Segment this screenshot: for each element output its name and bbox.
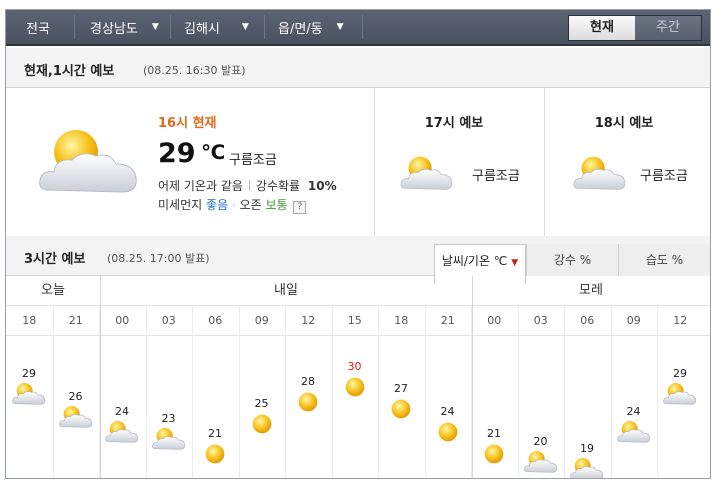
- three-hour-section-header: 3시간 예보 (08.25. 17:00 발표) 날씨/기온 ℃ ▼ 강수 % 습…: [6, 236, 710, 284]
- hour-label: 06: [580, 314, 595, 327]
- nav-city-label: 김해시: [184, 21, 220, 37]
- dust-value: 좋음: [206, 198, 229, 212]
- temperature-value: 25: [254, 397, 269, 411]
- partly-cloudy-icon: [12, 383, 46, 406]
- day-after-tomorrow: 모레: [579, 283, 603, 298]
- forecast-18-condition: 구름조금: [640, 169, 688, 184]
- hour-label: 09: [626, 314, 641, 327]
- partly-cloudy-icon: [105, 420, 139, 443]
- location-nav-bar: 전국 경상남도 ▼ 김해시 ▼ 읍/면/동 ▼ 현재 주간: [6, 10, 710, 46]
- chevron-down-icon: ▼: [336, 22, 344, 32]
- nav-national-label: 전국: [26, 21, 50, 37]
- nav-province-select[interactable]: 경상남도 ▼: [90, 10, 159, 44]
- chevron-down-icon: ▼: [511, 258, 519, 268]
- hour-label: 12: [673, 314, 688, 327]
- nav-national[interactable]: 전국: [26, 10, 50, 44]
- nav-town-label: 읍/면/동: [278, 21, 323, 37]
- partly-cloudy-icon: [151, 428, 185, 450]
- ozone-value: 보통: [265, 198, 288, 212]
- toggle-weather-temp-label: 날씨/기온 ℃: [441, 254, 508, 268]
- yesterday-compare: 어제 기온과 같음: [158, 179, 243, 193]
- sun-icon: [484, 444, 504, 464]
- temperature-value: 20: [533, 434, 548, 448]
- hour-header-row: 18 21 00 03 06 09 12 15 18 21 00 03 06 09 12: [6, 306, 710, 336]
- partly-cloudy-icon: [616, 420, 650, 443]
- temperature-value: 21: [208, 427, 222, 441]
- hour-label: 03: [533, 314, 548, 327]
- tab-now[interactable]: 현재: [569, 16, 635, 40]
- temperature-value: 21: [487, 427, 501, 441]
- hour-label: 09: [254, 314, 269, 327]
- help-icon[interactable]: ?: [293, 201, 307, 214]
- sun-icon: [438, 422, 458, 442]
- air-quality-line: 미세먼지 좋음 · 오존 보통 ?: [158, 196, 307, 214]
- hour-label: 06: [208, 314, 223, 327]
- temperature-value: 28: [301, 374, 315, 388]
- precip-label: 강수확률: [255, 179, 301, 193]
- chevron-down-icon: ▼: [151, 22, 159, 32]
- temperature-value: 24: [440, 404, 455, 418]
- temperature-value: 29: [673, 367, 687, 381]
- weather-widget: 전국 경상남도 ▼ 김해시 ▼ 읍/면/동 ▼ 현재 주간 현재,1시간 예보 (08…: [5, 9, 711, 479]
- precip-value: 10%: [307, 179, 337, 193]
- partly-cloudy-icon: [570, 458, 604, 478]
- hour-label: 12: [301, 314, 316, 327]
- current-temperature: 29: [158, 138, 196, 169]
- forecast-17-title: 17시 예보: [424, 116, 484, 131]
- temperature-value: 24: [115, 404, 129, 418]
- dust-label: 미세먼지: [158, 198, 203, 212]
- sun-icon: [205, 444, 225, 464]
- day-tomorrow: 내일: [274, 283, 298, 298]
- current-forecast-panel: 16시 현재 29 ℃ 구름조금 어제 기온과 같음 강수확률 10% 미세먼지 …: [6, 88, 710, 236]
- hour-label: 21: [68, 314, 83, 327]
- hour-label: 03: [161, 314, 176, 327]
- partly-cloudy-icon: [663, 383, 697, 406]
- current-hour-title: 16시 현재: [158, 116, 217, 131]
- hour-label: 00: [487, 314, 502, 327]
- temperature-value: 23: [161, 412, 176, 426]
- temperature-value: 30: [347, 360, 362, 373]
- hour-label: 00: [115, 314, 130, 327]
- day-header-row: 오늘 내일 모레: [6, 276, 710, 306]
- ozone-label: 오존: [239, 198, 262, 212]
- temperature-value: 29: [22, 367, 36, 381]
- toggle-precip[interactable]: 강수 %: [526, 244, 618, 276]
- nav-province-label: 경상남도: [90, 21, 138, 37]
- day-today: 오늘: [41, 283, 65, 298]
- sun-icon: [391, 400, 411, 419]
- partly-cloudy-icon: [573, 156, 626, 190]
- chevron-down-icon: ▼: [241, 22, 249, 32]
- temperature-value: 27: [394, 382, 408, 396]
- three-hour-issued-time: (08.25. 17:00 발표): [107, 252, 210, 265]
- current-section-header: 현재,1시간 예보 (08.25. 16:30 발표): [6, 48, 710, 88]
- toggle-humidity[interactable]: 습도 %: [618, 244, 710, 276]
- temperature-unit: ℃: [201, 140, 226, 164]
- nav-city-select[interactable]: 김해시 ▼: [184, 10, 249, 44]
- hour-label: 15: [347, 314, 362, 327]
- hour-label: 21: [440, 314, 455, 327]
- partly-cloudy-icon: [39, 130, 137, 193]
- three-hour-temperature-chart: 29 26 24 23 21 25 28 30 27 24 21 20 19 24 29: [6, 336, 710, 478]
- tab-week[interactable]: 주간: [635, 16, 701, 40]
- current-condition: 구름조금: [229, 153, 277, 168]
- current-issued-time: (08.25. 16:30 발표): [143, 64, 246, 77]
- current-section-title: 현재,1시간 예보: [24, 64, 115, 79]
- sun-icon: [252, 414, 272, 434]
- partly-cloudy-icon: [523, 450, 557, 473]
- partly-cloudy-icon: [58, 405, 92, 428]
- temperature-value: 24: [626, 404, 641, 418]
- hour-label: 18: [394, 314, 409, 327]
- sun-icon: [345, 377, 365, 397]
- forecast-18-title: 18시 예보: [594, 116, 654, 131]
- current-details-line: 어제 기온과 같음 강수확률 10%: [158, 177, 337, 194]
- view-tabs: 현재 주간: [568, 15, 702, 41]
- three-hour-title: 3시간 예보: [24, 252, 86, 267]
- sun-icon: [298, 392, 318, 412]
- hour-label: 18: [22, 314, 37, 327]
- temperature-value: 26: [68, 389, 83, 403]
- partly-cloudy-icon: [400, 156, 453, 190]
- forecast-17-condition: 구름조금: [472, 169, 520, 184]
- temperature-value: 19: [580, 442, 594, 455]
- nav-town-select[interactable]: 읍/면/동 ▼: [278, 10, 344, 44]
